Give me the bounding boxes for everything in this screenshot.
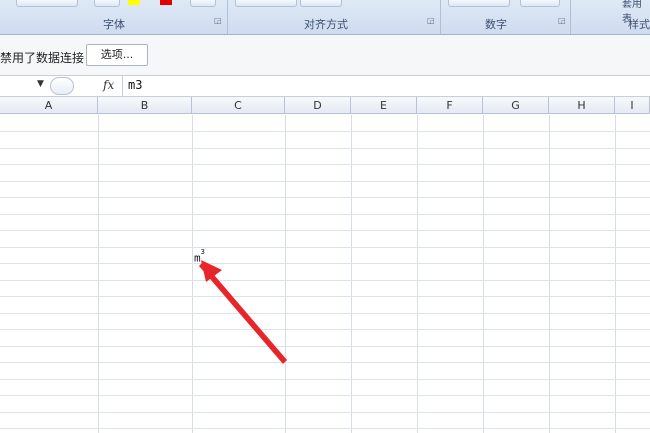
red-arrow-annotation <box>199 260 287 364</box>
